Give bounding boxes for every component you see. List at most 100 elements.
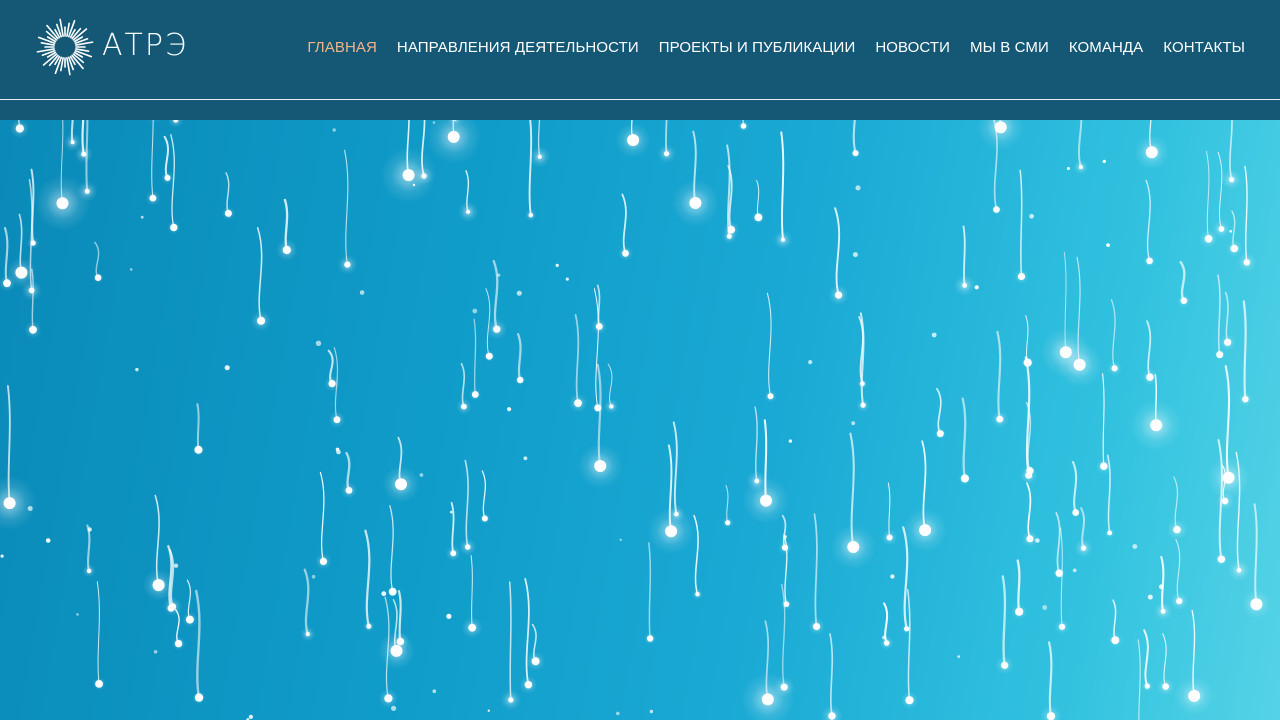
- particle-head: [194, 693, 204, 702]
- particle-trail: [1205, 150, 1210, 240]
- particle-head: [904, 626, 910, 632]
- particle-head: [224, 209, 232, 217]
- particle-trail: [834, 207, 841, 297]
- particle-head: [86, 568, 92, 574]
- particle-dot: [76, 613, 79, 616]
- hero-banner: [0, 120, 1280, 720]
- particle-head: [725, 520, 731, 526]
- particle-head: [1221, 497, 1229, 505]
- particle-dot: [472, 308, 478, 314]
- particle-trail: [319, 471, 325, 563]
- nav-item-contacts[interactable]: КОНТАКТЫ: [1163, 38, 1245, 58]
- particle-trail: [780, 131, 785, 241]
- particle-head: [594, 460, 607, 472]
- nav-item-news[interactable]: НОВОСТИ: [875, 38, 950, 58]
- nav-item-projects[interactable]: ПРОЕКТЫ И ПУБЛИКАЦИИ: [659, 38, 856, 58]
- particle-head: [95, 680, 103, 688]
- particle-head: [960, 474, 970, 483]
- particle-head: [594, 404, 602, 412]
- particle-head: [1078, 165, 1083, 170]
- particle-head: [388, 587, 397, 596]
- nav-item-home[interactable]: ГЛАВНАЯ: [307, 38, 377, 58]
- particle-dot: [851, 421, 856, 426]
- particle-trail: [389, 505, 394, 593]
- particle-trail: [516, 333, 522, 382]
- particle-head: [767, 393, 774, 400]
- particle-trail: [1071, 461, 1078, 514]
- particle-head: [883, 640, 890, 646]
- particle-head: [1236, 568, 1242, 573]
- particle-head: [962, 283, 967, 288]
- particle-head: [1059, 346, 1072, 359]
- particle-head: [1242, 396, 1249, 403]
- particle-dot: [45, 538, 51, 543]
- particle-dot: [555, 263, 559, 267]
- particle-head: [528, 213, 533, 218]
- particle-head: [257, 316, 266, 325]
- particle-dot: [412, 183, 416, 187]
- particle-head: [595, 323, 603, 330]
- particle-head: [1204, 235, 1213, 243]
- particle-trail: [1025, 315, 1029, 364]
- particle-dot: [1229, 229, 1233, 233]
- particle-head: [760, 494, 772, 507]
- particle-dot: [974, 285, 979, 290]
- particle-head: [1218, 226, 1225, 232]
- particle-trail: [1242, 300, 1247, 401]
- particles-background: [0, 120, 1271, 720]
- particle-head: [1046, 712, 1056, 720]
- particle-dot: [1029, 213, 1034, 219]
- particle-head: [333, 416, 341, 424]
- particle-head: [1160, 608, 1166, 614]
- logo[interactable]: АТРЭ: [34, 15, 186, 79]
- particle-trail: [672, 421, 678, 516]
- main-nav: ГЛАВНАЯ НАПРАВЛЕНИЯ ДЕЯТЕЛЬНОСТИ ПРОЕКТЫ…: [307, 38, 1245, 58]
- particle-dot: [87, 527, 92, 532]
- particle-trail: [1055, 511, 1061, 575]
- particle-trail: [766, 292, 772, 397]
- particle-head: [1026, 467, 1034, 475]
- particle-head: [471, 391, 479, 398]
- particle-dot: [1132, 544, 1138, 549]
- particle-dot: [432, 121, 436, 124]
- particle-head: [174, 639, 183, 648]
- particle-trail: [961, 397, 967, 480]
- particle-dot: [855, 185, 861, 191]
- nav-item-media[interactable]: МЫ В СМИ: [970, 38, 1049, 58]
- particle-head: [996, 415, 1004, 423]
- particle-head: [1229, 177, 1235, 183]
- particle-trail: [464, 459, 469, 548]
- particle-head: [860, 381, 865, 387]
- particle-glow: [146, 120, 165, 124]
- particle-head: [15, 266, 28, 279]
- particle-dot: [27, 506, 33, 511]
- particle-dot: [616, 711, 620, 716]
- particle-trail: [1019, 169, 1023, 278]
- particle-head: [366, 623, 372, 629]
- particle-trail: [303, 568, 310, 636]
- particle-trail: [1137, 639, 1141, 720]
- particle-dot: [419, 473, 424, 477]
- nav-item-directions[interactable]: НАПРАВЛЕНИЯ ДЕЯТЕЛЬНОСТИ: [397, 38, 639, 58]
- nav-item-team[interactable]: КОМАНДА: [1069, 38, 1143, 58]
- particle-dot: [487, 709, 490, 712]
- particle-head: [152, 579, 165, 592]
- particle-head: [1023, 358, 1032, 367]
- particle-head: [345, 487, 353, 494]
- particle-dot: [381, 591, 387, 597]
- particle-trail: [524, 578, 530, 686]
- particle-trail: [1048, 641, 1053, 718]
- particle-head: [627, 134, 640, 147]
- particle-head: [1162, 683, 1169, 690]
- particle-head: [1015, 607, 1024, 616]
- particle-dot: [1106, 243, 1110, 247]
- particle-head: [665, 525, 678, 538]
- particle-head: [465, 544, 471, 550]
- particle-head: [847, 541, 860, 553]
- particle-head: [524, 681, 533, 689]
- particle-head: [936, 430, 944, 438]
- particle-head: [886, 534, 893, 541]
- particle-dot: [565, 277, 569, 281]
- particle-dot: [315, 340, 322, 346]
- particle-head: [1107, 530, 1113, 536]
